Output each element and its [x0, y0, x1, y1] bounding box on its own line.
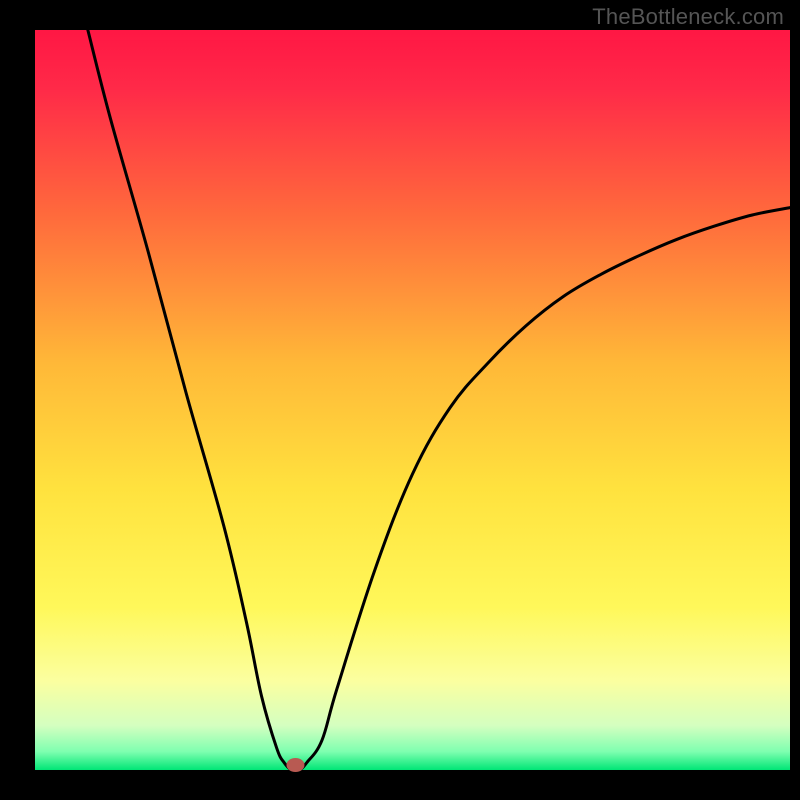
chart-background	[35, 30, 790, 770]
optimal-point-marker	[286, 758, 304, 772]
bottleneck-chart	[0, 0, 800, 800]
chart-stage: TheBottleneck.com	[0, 0, 800, 800]
